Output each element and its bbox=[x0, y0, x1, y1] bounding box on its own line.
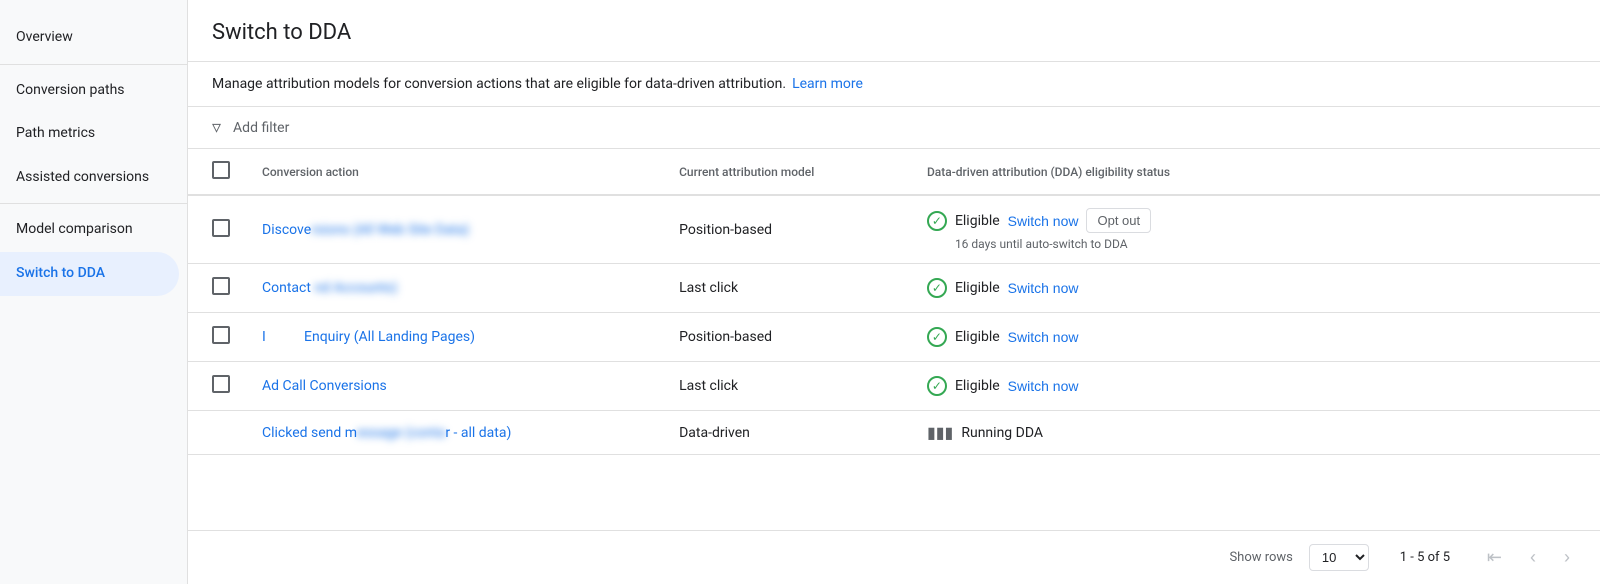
table-row: Discoversions (All Web Site Data) Positi… bbox=[188, 195, 1600, 264]
sidebar-item-model-comparison[interactable]: Model comparison bbox=[0, 208, 179, 252]
row1-auto-switch-text: 16 days until auto-switch to DDA bbox=[927, 237, 1584, 251]
row2-checkbox-cell bbox=[188, 264, 246, 313]
sidebar-item-overview[interactable]: Overview bbox=[0, 16, 179, 60]
row1-checkbox-cell bbox=[188, 195, 246, 264]
row1-opt-out-button[interactable]: Opt out bbox=[1086, 208, 1151, 233]
table-footer: Show rows 10 25 50 100 1 - 5 of 5 ⇤ ‹ › bbox=[188, 530, 1600, 584]
row4-dda-status: ✓ Eligible Switch now bbox=[911, 362, 1600, 411]
sidebar-divider-1 bbox=[0, 64, 187, 65]
row3-switch-now-button[interactable]: Switch now bbox=[1008, 325, 1079, 349]
row3-checkbox-cell bbox=[188, 313, 246, 362]
row4-eligibility-cell: ✓ Eligible Switch now bbox=[927, 374, 1584, 398]
row2-current-model: Last click bbox=[663, 264, 911, 313]
row1-checkbox[interactable] bbox=[212, 219, 230, 237]
row1-eligibility-cell: ✓ Eligible Switch now Opt out 16 days un… bbox=[927, 208, 1584, 251]
row2-conversion-action: Contact nd Accounts) bbox=[246, 264, 663, 313]
row5-current-model: Data-driven bbox=[663, 411, 911, 455]
table-row: Ad Call Conversions Last click ✓ Eligibl… bbox=[188, 362, 1600, 411]
row3-check-icon: ✓ bbox=[927, 327, 947, 347]
row3-checkbox[interactable] bbox=[212, 326, 230, 344]
col-conversion-action: Conversion action bbox=[246, 149, 663, 195]
table-row: Clicked send message (contar - all data)… bbox=[188, 411, 1600, 455]
sidebar-item-switch-to-dda[interactable]: Switch to DDA bbox=[0, 252, 179, 296]
page-title: Switch to DDA bbox=[188, 0, 1600, 61]
table-row: I Enquiry (All Landing Pages) Position-b… bbox=[188, 313, 1600, 362]
row4-switch-now-button[interactable]: Switch now bbox=[1008, 374, 1079, 398]
filter-icon: ▿ bbox=[212, 117, 221, 138]
sidebar: Overview Conversion paths Path metrics A… bbox=[0, 0, 188, 584]
row1-check-icon: ✓ bbox=[927, 211, 947, 231]
row3-conversion-action: I Enquiry (All Landing Pages) bbox=[246, 313, 663, 362]
rows-per-page-select[interactable]: 10 25 50 100 bbox=[1309, 544, 1369, 571]
row5-running-dda-cell: ▮▮▮ Running DDA bbox=[927, 423, 1584, 442]
info-banner: Manage attribution models for conversion… bbox=[188, 61, 1600, 107]
next-page-button[interactable]: › bbox=[1558, 543, 1576, 572]
table-header-row: Conversion action Current attribution mo… bbox=[188, 149, 1600, 195]
row4-current-model: Last click bbox=[663, 362, 911, 411]
table-container: Conversion action Current attribution mo… bbox=[188, 149, 1600, 530]
header-checkbox[interactable] bbox=[212, 161, 230, 179]
row3-eligible-text: Eligible bbox=[955, 329, 1000, 345]
row4-conversion-link[interactable]: Ad Call Conversions bbox=[262, 378, 387, 394]
row5-conversion-action: Clicked send message (contar - all data) bbox=[246, 411, 663, 455]
bar-chart-icon: ▮▮▮ bbox=[927, 423, 953, 442]
add-filter-label[interactable]: Add filter bbox=[233, 120, 289, 136]
row1-conversion-action: Discoversions (All Web Site Data) bbox=[246, 195, 663, 264]
row4-checkbox-cell bbox=[188, 362, 246, 411]
sidebar-item-assisted-conversions[interactable]: Assisted conversions bbox=[0, 156, 179, 200]
row4-eligible-text: Eligible bbox=[955, 378, 1000, 394]
col-checkbox bbox=[188, 149, 246, 195]
row5-conversion-link[interactable]: Clicked send message (contar - all data) bbox=[262, 425, 511, 441]
row4-conversion-action: Ad Call Conversions bbox=[246, 362, 663, 411]
row2-eligible-text: Eligible bbox=[955, 280, 1000, 296]
pagination-info: 1 - 5 of 5 bbox=[1385, 550, 1465, 565]
row2-checkbox[interactable] bbox=[212, 277, 230, 295]
filter-bar: ▿ Add filter bbox=[188, 107, 1600, 149]
row3-conversion-link[interactable]: I Enquiry (All Landing Pages) bbox=[262, 329, 475, 345]
main-content: Switch to DDA Manage attribution models … bbox=[188, 0, 1600, 584]
row5-running-dda-text: Running DDA bbox=[961, 425, 1043, 441]
main-table: Conversion action Current attribution mo… bbox=[188, 149, 1600, 455]
learn-more-link[interactable]: Learn more bbox=[792, 76, 863, 92]
first-page-button[interactable]: ⇤ bbox=[1481, 543, 1508, 572]
row3-current-model: Position-based bbox=[663, 313, 911, 362]
row4-checkbox[interactable] bbox=[212, 375, 230, 393]
info-text: Manage attribution models for conversion… bbox=[212, 76, 786, 92]
row2-switch-now-button[interactable]: Switch now bbox=[1008, 276, 1079, 300]
prev-page-button[interactable]: ‹ bbox=[1524, 543, 1542, 572]
table-row: Contact nd Accounts) Last click ✓ Eligib… bbox=[188, 264, 1600, 313]
sidebar-item-conversion-paths[interactable]: Conversion paths bbox=[0, 69, 179, 113]
row2-dda-status: ✓ Eligible Switch now bbox=[911, 264, 1600, 313]
row1-current-model: Position-based bbox=[663, 195, 911, 264]
sidebar-divider-2 bbox=[0, 203, 187, 204]
row1-conversion-link[interactable]: Discoversions (All Web Site Data) bbox=[262, 222, 469, 238]
row5-dda-status: ▮▮▮ Running DDA bbox=[911, 411, 1600, 455]
row1-dda-status: ✓ Eligible Switch now Opt out 16 days un… bbox=[911, 195, 1600, 264]
show-rows-label: Show rows bbox=[1229, 550, 1292, 565]
col-dda-status: Data-driven attribution (DDA) eligibilit… bbox=[911, 149, 1600, 195]
row3-dda-status: ✓ Eligible Switch now bbox=[911, 313, 1600, 362]
row1-switch-now-button[interactable]: Switch now bbox=[1008, 209, 1079, 233]
row2-eligibility-cell: ✓ Eligible Switch now bbox=[927, 276, 1584, 300]
row1-eligible-text: Eligible bbox=[955, 213, 1000, 229]
row5-checkbox-cell bbox=[188, 411, 246, 455]
row4-check-icon: ✓ bbox=[927, 376, 947, 396]
row2-conversion-link[interactable]: Contact nd Accounts) bbox=[262, 280, 397, 296]
sidebar-item-path-metrics[interactable]: Path metrics bbox=[0, 112, 179, 156]
row2-check-icon: ✓ bbox=[927, 278, 947, 298]
col-current-model: Current attribution model bbox=[663, 149, 911, 195]
row3-eligibility-cell: ✓ Eligible Switch now bbox=[927, 325, 1584, 349]
